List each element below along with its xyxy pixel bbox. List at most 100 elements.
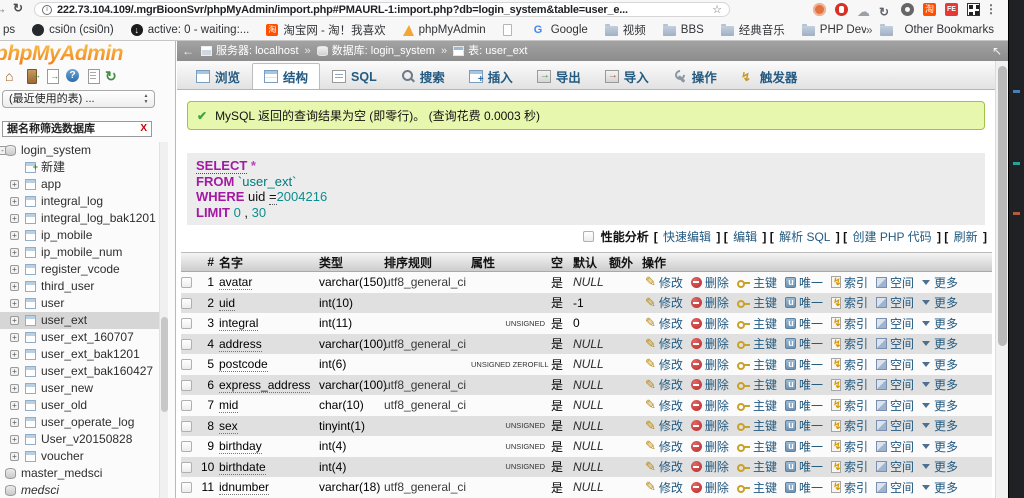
bookmark-item-google[interactable]: Google	[534, 24, 588, 36]
sidebar-item-user-v20150828[interactable]: +User_v20150828	[0, 431, 160, 448]
more-action[interactable]: 更多	[922, 479, 958, 496]
spatial-action[interactable]: 空间	[876, 458, 914, 475]
pencil-action[interactable]: 修改	[645, 458, 683, 475]
key-action[interactable]: 主键	[737, 376, 777, 393]
sidebar-item-user-ext-160707[interactable]: +user_ext_160707	[0, 329, 160, 346]
orange-dot-extension-icon[interactable]	[813, 3, 826, 16]
unique-action[interactable]: 唯一	[785, 294, 823, 311]
refresh-icon[interactable]	[105, 68, 121, 83]
key-action[interactable]: 主键	[737, 479, 777, 496]
bookmark-item-folder-video[interactable]: 视频	[605, 22, 646, 38]
sidebar-item-user-ext-bak160427[interactable]: +user_ext_bak160427	[0, 363, 160, 380]
bookmark-item-phpmyadmin[interactable]: phpMyAdmin	[403, 24, 486, 36]
key-action[interactable]: 主键	[737, 458, 777, 475]
sidebar-item-third-user[interactable]: +third_user	[0, 278, 160, 295]
bookmark-item-folder-classic-music[interactable]: 经典音乐	[721, 22, 785, 38]
tree-expander-icon[interactable]: +	[10, 316, 19, 325]
query-link-快速编辑[interactable]: 快速编辑	[663, 230, 711, 244]
key-action[interactable]: 主键	[737, 397, 777, 414]
key-action[interactable]: 主键	[737, 335, 777, 352]
sidebar-item-user-operate-log[interactable]: +user_operate_log	[0, 414, 160, 431]
delete-action[interactable]: 删除	[691, 417, 729, 434]
index-action[interactable]: 索引	[831, 376, 868, 393]
reload-icon[interactable]: ↻	[13, 1, 23, 15]
unique-action[interactable]: 唯一	[785, 356, 823, 373]
sidebar-item-user-old[interactable]: +user_old	[0, 397, 160, 414]
delete-action[interactable]: 删除	[691, 356, 729, 373]
delete-action[interactable]: 删除	[691, 335, 729, 352]
unique-action[interactable]: 唯一	[785, 376, 823, 393]
tree-expander-icon[interactable]: +	[10, 248, 19, 257]
tab-browse[interactable]: 浏览	[184, 63, 252, 89]
unique-action[interactable]: 唯一	[785, 438, 823, 455]
query-link-编辑[interactable]: 编辑	[733, 230, 757, 244]
row-checkbox[interactable]	[181, 421, 192, 432]
more-action[interactable]: 更多	[922, 335, 958, 352]
tab-structure[interactable]: 结构	[252, 63, 320, 89]
unique-action[interactable]: 唯一	[785, 315, 823, 332]
spatial-action[interactable]: 空间	[876, 274, 914, 291]
profiling-checkbox[interactable]	[583, 231, 594, 242]
index-action[interactable]: 索引	[831, 356, 868, 373]
delete-action[interactable]: 删除	[691, 397, 729, 414]
tab-insert[interactable]: 插入	[457, 63, 525, 89]
index-action[interactable]: 索引	[831, 294, 868, 311]
row-checkbox[interactable]	[181, 482, 192, 493]
index-action[interactable]: 索引	[831, 274, 868, 291]
gear-extension-icon[interactable]	[901, 3, 914, 16]
sidebar-item-integral-log[interactable]: +integral_log	[0, 193, 160, 210]
sidebar-scrollbar-thumb[interactable]	[161, 317, 168, 412]
index-action[interactable]: 索引	[831, 479, 868, 496]
pencil-action[interactable]: 修改	[645, 397, 683, 414]
sidebar-item-user-ext-bak1201[interactable]: +user_ext_bak1201	[0, 346, 160, 363]
sidebar-item-ip-mobile[interactable]: +ip_mobile	[0, 227, 160, 244]
tree-expander-icon[interactable]: +	[10, 418, 19, 427]
tree-expander-icon[interactable]: +	[10, 367, 19, 376]
help-icon[interactable]	[65, 68, 81, 83]
tree-expander-icon[interactable]: +	[10, 401, 19, 410]
more-action[interactable]: 更多	[922, 458, 958, 475]
row-checkbox[interactable]	[181, 400, 192, 411]
spatial-action[interactable]: 空间	[876, 397, 914, 414]
pencil-action[interactable]: 修改	[645, 294, 683, 311]
spatial-action[interactable]: 空间	[876, 335, 914, 352]
logout-icon[interactable]	[25, 68, 41, 83]
sidebar-item-master-medsci[interactable]: master_medsci	[0, 465, 160, 482]
query-link-创建 PHP 代码[interactable]: 创建 PHP 代码	[852, 230, 931, 244]
tree-expander-icon[interactable]: +	[10, 299, 19, 308]
key-action[interactable]: 主键	[737, 417, 777, 434]
main-scrollbar-thumb[interactable]	[998, 66, 1007, 346]
sidebar-item-voucher[interactable]: +voucher	[0, 448, 160, 465]
db-filter-input[interactable]: 据名称筛选数据库 X	[2, 121, 152, 137]
bookmark-item-folder-bbs[interactable]: BBS	[663, 24, 704, 36]
pencil-action[interactable]: 修改	[645, 417, 683, 434]
bookmark-item-apps[interactable]: ps	[3, 24, 15, 36]
delete-action[interactable]: 删除	[691, 438, 729, 455]
delete-action[interactable]: 删除	[691, 294, 729, 311]
breadcrumb-server[interactable]: 服务器: localhost	[216, 41, 299, 61]
recent-tables-select[interactable]: (最近使用的表) ... ▲▼	[2, 90, 155, 108]
spatial-action[interactable]: 空间	[876, 315, 914, 332]
spatial-action[interactable]: 空间	[876, 479, 914, 496]
tree-expander-icon[interactable]: +	[10, 197, 19, 206]
more-action[interactable]: 更多	[922, 356, 958, 373]
sync-extension-icon[interactable]	[879, 3, 892, 16]
taobao-extension-icon[interactable]	[923, 3, 936, 16]
pencil-action[interactable]: 修改	[645, 438, 683, 455]
sidebar-item-medsci[interactable]: medsci	[0, 482, 160, 498]
pencil-action[interactable]: 修改	[645, 356, 683, 373]
tab-export[interactable]: 导出	[525, 63, 593, 89]
delete-action[interactable]: 删除	[691, 479, 729, 496]
query-link-刷新[interactable]: 刷新	[954, 230, 978, 244]
sidebar-item-integral-log-bak1201[interactable]: +integral_log_bak1201	[0, 210, 160, 227]
tree-expander-icon[interactable]: +	[10, 231, 19, 240]
row-checkbox[interactable]	[181, 462, 192, 473]
sidebar-collapse-icon[interactable]: ←	[182, 41, 194, 61]
breadcrumb-table[interactable]: 表: user_ext	[468, 41, 527, 61]
more-action[interactable]: 更多	[922, 438, 958, 455]
breadcrumb-database[interactable]: 数据库: login_system	[332, 41, 435, 61]
row-checkbox[interactable]	[181, 277, 192, 288]
tree-expander-icon[interactable]: +	[10, 333, 19, 342]
sidebar-item-register-vcode[interactable]: +register_vcode	[0, 261, 160, 278]
tree-expander-icon[interactable]: +	[10, 214, 19, 223]
